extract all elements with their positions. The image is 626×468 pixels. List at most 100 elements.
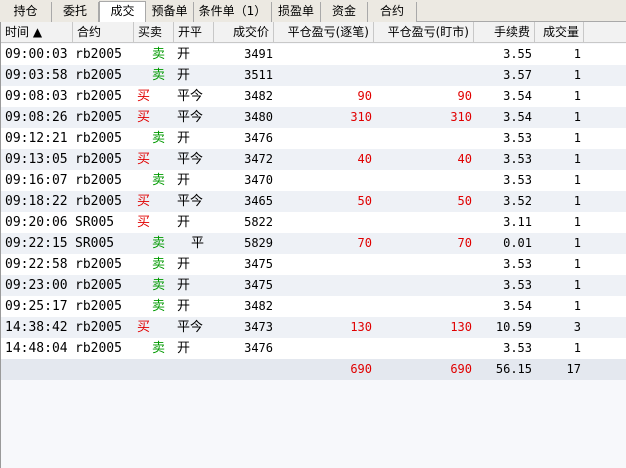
table-row[interactable]: 09:20:06 SR005 买 开 5822 3.11 1 [1, 212, 626, 233]
cell-openclose: 开 [177, 257, 191, 272]
cell-pnl-mtm [374, 170, 472, 191]
grid-header: 时间 ▲ 合约 买卖 开平 成交价 平仓盈亏(逐笔) 平仓盈亏(盯市) 手续费 … [1, 22, 626, 43]
cell-side: 卖 [152, 47, 166, 62]
total-fee: 56.15 [495, 362, 532, 376]
cell-pnl-mtm: 40 [457, 152, 472, 166]
cell-price: 3480 [244, 110, 273, 124]
table-row[interactable]: 09:25:17 rb2005 卖开 3482 3.54 1 [1, 296, 626, 317]
cell-side: 卖 [152, 68, 166, 83]
col-header-fee[interactable]: 手续费 [474, 22, 535, 43]
cell-fee: 3.54 [503, 89, 532, 103]
table-row[interactable]: 09:13:05 rb2005 买 平今 3472 40 40 3.53 1 [1, 149, 626, 170]
cell-pnl-trade [274, 296, 372, 317]
cell-pnl-mtm [374, 338, 472, 359]
cell-qty: 1 [573, 152, 581, 166]
cell-side: 卖 [152, 131, 166, 146]
cell-time: 09:13:05 [5, 152, 68, 167]
table-row[interactable]: 09:08:26 rb2005 买 平今 3480 310 310 3.54 1 [1, 107, 626, 128]
cell-side: 买 [137, 194, 151, 209]
tab-1[interactable]: 委托 [52, 2, 99, 22]
cell-pnl-trade: 70 [357, 236, 372, 250]
table-row[interactable]: 09:12:21 rb2005 卖开 3476 3.53 1 [1, 128, 626, 149]
cell-time: 09:03:58 [5, 68, 68, 83]
cell-pnl-trade [274, 275, 372, 296]
col-header-pnl-trade[interactable]: 平仓盈亏(逐笔) [274, 22, 374, 43]
cell-fee: 3.57 [503, 68, 532, 82]
cell-time: 09:00:03 [5, 47, 68, 62]
cell-time: 09:12:21 [5, 131, 68, 146]
cell-pnl-trade [274, 212, 372, 233]
cell-fee: 3.52 [503, 194, 532, 208]
table-row[interactable]: 09:23:00 rb2005 卖开 3475 3.53 1 [1, 275, 626, 296]
tab-2[interactable]: 成交 [99, 1, 146, 23]
cell-contract: rb2005 [75, 68, 122, 83]
cell-price: 3482 [244, 299, 273, 313]
tab-3[interactable]: 预备单 [146, 2, 194, 22]
cell-openclose: 开 [177, 341, 191, 356]
cell-pnl-mtm [374, 65, 472, 86]
cell-qty: 1 [573, 278, 581, 292]
cell-time: 09:25:17 [5, 299, 68, 314]
tab-7[interactable]: 合约 [368, 2, 417, 22]
cell-time: 14:38:42 [5, 320, 68, 335]
cell-contract: rb2005 [75, 278, 122, 293]
table-row[interactable]: 09:16:07 rb2005 卖开 3470 3.53 1 [1, 170, 626, 191]
table-row[interactable]: 09:08:03 rb2005 买 平今 3482 90 90 3.54 1 [1, 86, 626, 107]
cell-qty: 1 [573, 236, 581, 250]
col-header-qty[interactable]: 成交量 [535, 22, 584, 43]
cell-qty: 1 [573, 173, 581, 187]
cell-time: 09:08:26 [5, 110, 68, 125]
cell-pnl-mtm: 90 [457, 89, 472, 103]
cell-qty: 1 [573, 215, 581, 229]
table-row[interactable]: 09:22:15 SR005 卖平 5829 70 70 0.01 1 [1, 233, 626, 254]
cell-openclose: 平今 [177, 320, 204, 335]
cell-price: 5822 [244, 215, 273, 229]
cell-pnl-mtm [374, 254, 472, 275]
cell-fee: 3.11 [503, 215, 532, 229]
col-header-openclose[interactable]: 开平 [174, 22, 214, 43]
cell-pnl-trade [274, 65, 372, 86]
table-row[interactable]: 09:18:22 rb2005 买 平今 3465 50 50 3.52 1 [1, 191, 626, 212]
cell-side: 买 [137, 320, 151, 335]
tab-6[interactable]: 资金 [321, 2, 368, 22]
cell-contract: SR005 [75, 215, 115, 230]
table-row[interactable]: 09:22:58 rb2005 卖开 3475 3.53 1 [1, 254, 626, 275]
table-row[interactable]: 14:48:04 rb2005 卖开 3476 3.53 1 [1, 338, 626, 359]
cell-side: 卖 [152, 278, 166, 293]
cell-pnl-mtm: 310 [450, 110, 472, 124]
cell-contract: rb2005 [75, 152, 122, 167]
table-row[interactable]: 09:00:03 rb2005 卖开 3491 3.55 1 [1, 44, 626, 65]
cell-price: 3476 [244, 131, 273, 145]
cell-pnl-trade [274, 338, 372, 359]
cell-fee: 3.53 [503, 173, 532, 187]
cell-qty: 1 [573, 47, 581, 61]
total-qty: 17 [566, 362, 581, 376]
table-row[interactable]: 09:03:58 rb2005 卖开 3511 3.57 1 [1, 65, 626, 86]
table-row[interactable]: 14:38:42 rb2005 买 平今 3473 130 130 10.59 3 [1, 317, 626, 338]
cell-pnl-trade: 310 [350, 110, 372, 124]
tab-0[interactable]: 持仓 [0, 2, 52, 22]
cell-time: 09:08:03 [5, 89, 68, 104]
cell-qty: 1 [573, 299, 581, 313]
cell-time: 14:48:04 [5, 341, 68, 356]
col-header-time[interactable]: 时间 ▲ [1, 22, 73, 43]
cell-price: 3482 [244, 89, 273, 103]
cell-pnl-mtm: 130 [450, 320, 472, 334]
cell-side: 买 [137, 215, 151, 230]
cell-openclose: 开 [177, 215, 191, 230]
cell-fee: 3.55 [503, 47, 532, 61]
tab-4[interactable]: 条件单（1） [194, 2, 272, 22]
col-header-pnl-mtm[interactable]: 平仓盈亏(盯市) [374, 22, 474, 43]
cell-side: 买 [137, 152, 151, 167]
cell-contract: rb2005 [75, 257, 122, 272]
col-header-price[interactable]: 成交价 [214, 22, 274, 43]
cell-time: 09:22:15 [5, 236, 68, 251]
tab-bar: 持仓 委托 成交 预备单 条件单（1） 损盈单 资金 合约 [0, 0, 626, 23]
cell-qty: 1 [573, 194, 581, 208]
tab-5[interactable]: 损盈单 [272, 2, 321, 22]
col-header-contract[interactable]: 合约 [73, 22, 134, 43]
cell-pnl-trade [274, 128, 372, 149]
col-header-side[interactable]: 买卖 [134, 22, 174, 43]
cell-qty: 1 [573, 110, 581, 124]
cell-price: 3475 [244, 257, 273, 271]
